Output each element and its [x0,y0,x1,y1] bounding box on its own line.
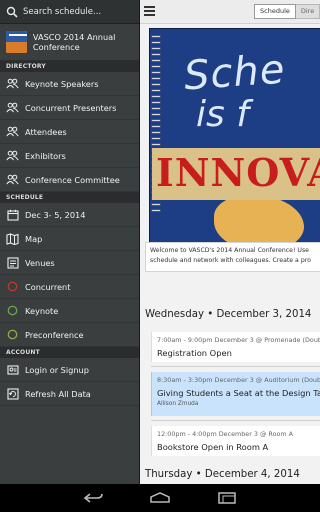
session-title: Bookstore Open in Room A [157,442,269,452]
section-header-schedule: SCHEDULE [0,192,139,203]
session-meta: 12:00pm - 4:00pm December 3 @ Room A [157,430,294,438]
drawer-item-label: Login or Signup [25,364,89,375]
people-icon [6,149,19,162]
circle-olive-icon [6,328,19,341]
drawer-item-refresh[interactable]: Refresh All Data [0,382,139,406]
day-header-thursday: Thursday • December 4, 2014 [145,469,300,480]
people-icon [6,77,19,90]
people-icon [6,125,19,138]
drawer-item-label: Keynote Speakers [25,78,99,89]
divider [151,366,320,367]
drawer-item-exhibitors[interactable]: Exhibitors [0,144,139,168]
drawer-item-concurrent[interactable]: Concurrent [0,275,139,299]
section-header-account: ACCOUNT [0,347,139,358]
drawer-item-label: Preconference [25,329,84,340]
session-title: Giving Students a Seat at the Design Tab… [157,388,320,398]
tab-schedule[interactable]: Schedule [254,4,296,19]
back-icon[interactable] [82,492,104,504]
drawer-item-keynote[interactable]: Keynote [0,299,139,323]
banner-text-line1: Sche [182,46,287,100]
drawer-item-concurrent-presenters[interactable]: Concurrent Presenters [0,96,139,120]
section-header-directory: DIRECTORY [0,61,139,72]
session-design-table[interactable]: 8:30am - 3:30pm December 3 @ Auditorium … [151,372,320,416]
login-icon [6,363,19,376]
venues-icon [6,256,19,269]
drawer-item-label: Concurrent [25,281,71,292]
welcome-message: Welcome to VASCD's 2014 Annual Conferenc… [145,242,320,272]
main-content: Schedule Dire Sche is f INNOVA Welcome t… [139,0,320,484]
spiral-binding [151,35,161,242]
drawer-item-dates[interactable]: Dec 3- 5, 2014 [0,203,139,227]
search-field[interactable]: Search schedule... [0,0,139,24]
drawer-item-venues[interactable]: Venues [0,251,139,275]
view-tabs: Schedule Dire [254,4,320,19]
people-icon [6,173,19,186]
event-title: VASCO 2014 Annual Conference [32,32,116,52]
session-title: Registration Open [157,348,232,358]
drawer-item-preconference[interactable]: Preconference [0,323,139,347]
drawer-item-label: Map [25,233,43,244]
drawer-item-keynote-speakers[interactable]: Keynote Speakers [0,72,139,96]
banner-paper-shape [214,195,304,242]
welcome-line-1: Welcome to VASCD's 2014 Annual Conferenc… [150,247,309,254]
map-icon [6,232,19,245]
banner-innovation-strip: INNOVA [152,148,320,200]
event-header[interactable]: VASCO 2014 Annual Conference [0,24,139,61]
search-placeholder: Search schedule... [23,6,102,17]
drawer-item-label: Refresh All Data [25,388,91,399]
drawer-item-login[interactable]: Login or Signup [0,358,139,382]
banner-text-line3: INNOVA [156,150,320,195]
tab-directory[interactable]: Dire [295,4,320,19]
system-navigation-bar [0,484,320,512]
drawer-item-attendees[interactable]: Attendees [0,120,139,144]
search-icon [6,6,18,18]
drawer-item-label: Concurrent Presenters [25,102,117,113]
circle-green-icon [6,304,19,317]
welcome-line-2: schedule and network with colleagues. Cr… [150,257,311,264]
people-icon [6,101,19,114]
hamburger-menu-icon[interactable] [144,6,155,16]
drawer-item-label: Dec 3- 5, 2014 [25,209,86,220]
drawer-item-map[interactable]: Map [0,227,139,251]
home-icon[interactable] [149,492,171,504]
conference-banner: Sche is f INNOVA [140,24,320,242]
session-meta: 7:00am - 9:00pm December 3 @ Promenade (… [157,336,320,344]
navigation-drawer: Search schedule... VASCO 2014 Annual Con… [0,0,139,484]
recent-apps-icon[interactable] [216,492,238,504]
refresh-icon [6,387,19,400]
session-registration[interactable]: 7:00am - 9:00pm December 3 @ Promenade (… [151,332,320,362]
banner-text-line2: is f [196,94,249,135]
top-bar: Schedule Dire [140,0,320,24]
drawer-item-label: Venues [25,257,55,268]
drawer-item-label: Exhibitors [25,150,66,161]
day-header-wednesday: Wednesday • December 3, 2014 [145,309,312,320]
drawer-item-label: Conference Committee [25,174,120,185]
divider [151,420,320,421]
drawer-item-label: Attendees [25,126,67,137]
drawer-item-label: Keynote [25,305,59,316]
session-speaker: Allison Zmuda [157,401,199,407]
session-bookstore[interactable]: 12:00pm - 4:00pm December 3 @ Room A Boo… [151,426,320,456]
calendar-icon [6,208,19,221]
event-logo [6,31,27,53]
session-meta: 8:30am - 3:30pm December 3 @ Auditorium … [157,376,320,384]
drawer-item-conference-committee[interactable]: Conference Committee [0,168,139,192]
circle-red-icon [6,280,19,293]
